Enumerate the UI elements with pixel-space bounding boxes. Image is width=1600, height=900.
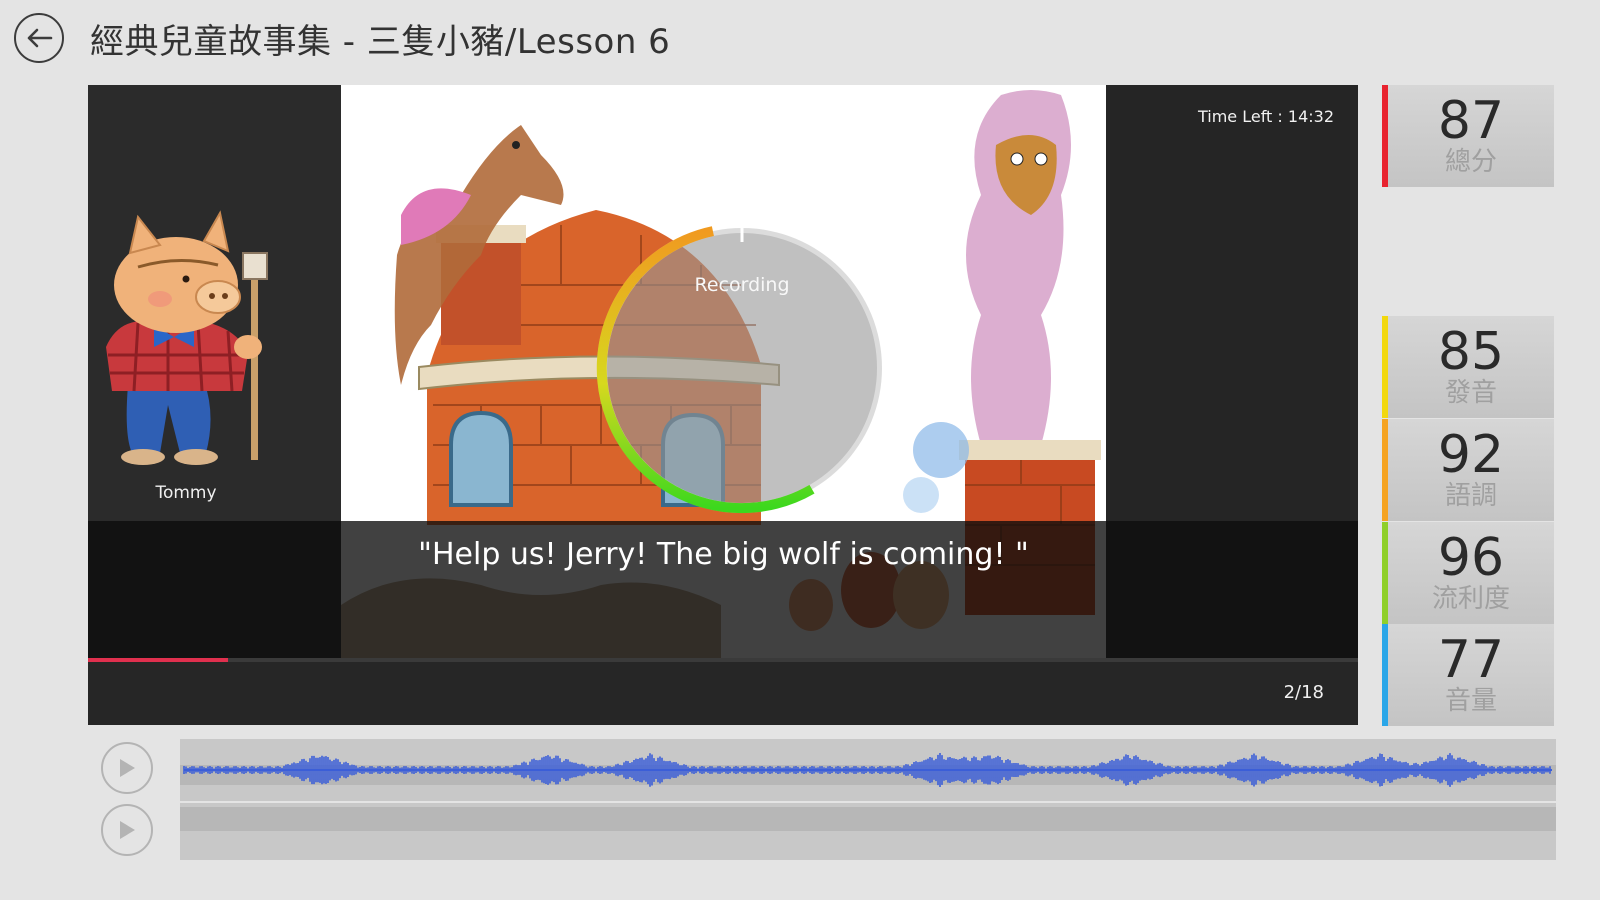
score-card-volume: 77 音量 xyxy=(1382,624,1554,726)
back-arrow-icon xyxy=(27,28,53,48)
back-button[interactable] xyxy=(14,13,64,63)
time-left-label: Time Left : 14:32 xyxy=(1197,107,1334,126)
page-counter: 2/18 xyxy=(1283,682,1324,703)
pig-character-illustration xyxy=(106,210,268,465)
story-player: Tommy Time Left: 14:32 "Help us! Jerry!… xyxy=(88,85,1358,725)
score-value-intonation: 92 xyxy=(1437,425,1505,485)
score-label-volume: 音量 xyxy=(1444,686,1497,716)
play-icon xyxy=(120,759,135,777)
score-label-intonation: 語調 xyxy=(1444,481,1497,511)
character-panel: Tommy xyxy=(88,85,341,521)
page-title: 經典兒童故事集 - 三隻小豬/Lesson 6 xyxy=(90,22,671,62)
recording-indicator[interactable]: Recording xyxy=(592,218,892,518)
score-card-pronunciation: 85 發音 xyxy=(1382,316,1554,418)
subtitle-text: "Help us! Jerry! The big wolf is coming!… xyxy=(418,537,1029,572)
score-label-total: 總分 xyxy=(1444,147,1497,177)
character-name: Tommy xyxy=(155,483,217,503)
audio-waveform xyxy=(183,753,1552,787)
score-label-fluency: 流利度 xyxy=(1431,584,1510,614)
recording-ring xyxy=(596,223,887,514)
reference-waveform-track[interactable] xyxy=(180,739,1556,801)
play-reference-audio-button[interactable] xyxy=(101,742,153,794)
score-card-fluency: 96 流利度 xyxy=(1382,522,1554,624)
score-card-intonation: 92 語調 xyxy=(1382,419,1554,521)
play-icon xyxy=(120,821,135,839)
subtitle-bar: "Help us! Jerry! The big wolf is coming!… xyxy=(88,521,1358,658)
player-control-bar: 2/18 xyxy=(88,662,1358,725)
recording-waveform-track[interactable] xyxy=(180,803,1556,860)
play-recording-button[interactable] xyxy=(101,804,153,856)
score-label-pronunciation: 發音 xyxy=(1444,378,1497,408)
score-value-pronunciation: 85 xyxy=(1437,322,1505,382)
recording-label: Recording xyxy=(694,274,790,296)
score-value-total: 87 xyxy=(1437,91,1505,151)
score-value-volume: 77 xyxy=(1437,630,1505,690)
score-value-fluency: 96 xyxy=(1437,528,1505,588)
score-card-total: 87 總分 xyxy=(1382,85,1554,187)
